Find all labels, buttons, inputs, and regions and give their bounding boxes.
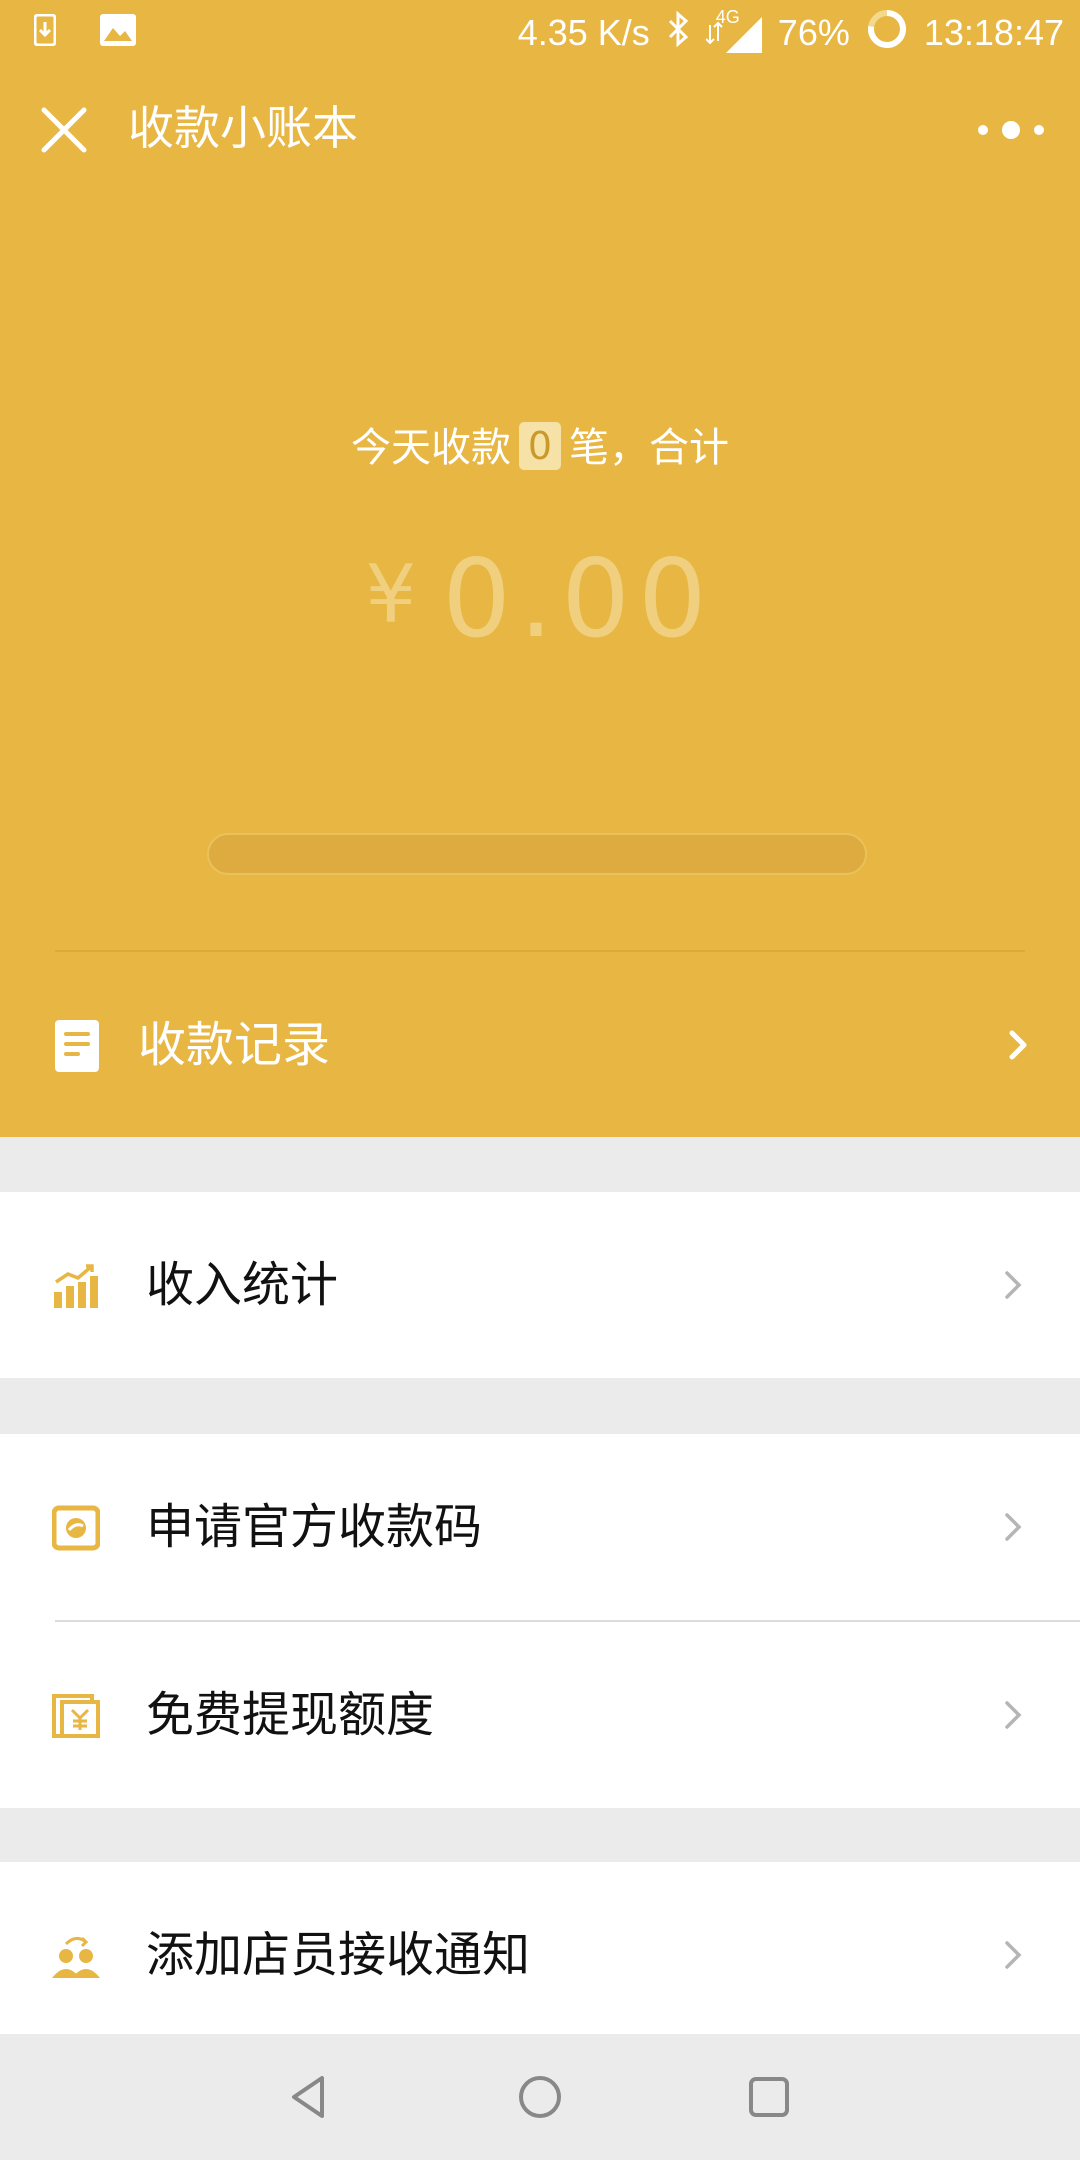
bar-chart-icon — [54, 1264, 98, 1308]
more-icon-center-dot — [1002, 121, 1020, 139]
signal-icon: 4G — [705, 7, 762, 53]
close-button[interactable] — [36, 102, 92, 158]
total-amount: ¥0.00 — [0, 530, 1080, 665]
withdrawal-icon — [52, 1694, 100, 1738]
menu-item-free-withdrawal[interactable]: 免费提现额度 — [0, 1622, 1080, 1808]
menu-item-label: 添加店员接收通知 — [146, 1927, 531, 1983]
battery-percent: 76% — [777, 12, 850, 53]
status-bar: 4.35 K/s 4G 76% 13:18:47 — [0, 0, 1080, 66]
battery-ring-icon — [866, 8, 908, 59]
app-header: 收款小账本 — [0, 66, 1080, 188]
menu-item-label: 申请官方收款码 — [146, 1499, 483, 1555]
menu-item-apply-qr-code[interactable]: 申请官方收款码 — [0, 1434, 1080, 1620]
summary-prefix: 今天收款 — [351, 425, 511, 471]
chevron-right-icon — [1009, 1030, 1027, 1060]
summary-suffix: 笔，合计 — [569, 425, 729, 471]
page-title: 收款小账本 — [128, 101, 358, 155]
staff-icon — [52, 1936, 100, 1978]
qr-code-icon — [52, 1505, 100, 1551]
amount-value: 0.00 — [442, 537, 715, 662]
clock: 13:18:47 — [923, 12, 1064, 53]
payment-records-row[interactable]: 收款记录 — [0, 952, 1080, 1137]
more-button[interactable] — [978, 110, 1044, 150]
more-icon-right-dot — [1034, 125, 1044, 135]
menu-group-2: 申请官方收款码 免费提现额度 — [0, 1434, 1080, 1808]
download-notification-icon — [33, 13, 57, 55]
menu-item-add-staff[interactable]: 添加店员接收通知 — [0, 1862, 1080, 2034]
recents-icon[interactable] — [744, 2072, 794, 2122]
chevron-right-icon — [1005, 1701, 1022, 1729]
currency-symbol: ¥ — [365, 548, 425, 641]
bluetooth-icon — [666, 10, 690, 56]
document-icon — [55, 1020, 99, 1072]
back-icon[interactable] — [286, 2072, 336, 2122]
image-notification-icon — [100, 14, 136, 55]
chevron-right-icon — [1005, 1513, 1022, 1541]
payment-records-label: 收款记录 — [138, 1017, 331, 1073]
chevron-right-icon — [1005, 1941, 1022, 1969]
more-icon — [978, 125, 988, 135]
today-summary: 今天收款 0 笔，合计 — [0, 420, 1080, 476]
system-nav-bar — [0, 2034, 1080, 2160]
menu-group-3: 添加店员接收通知 — [0, 1862, 1080, 2034]
menu-item-label: 免费提现额度 — [146, 1687, 435, 1743]
transaction-count: 0 — [519, 422, 561, 470]
menu-item-income-stats[interactable]: 收入统计 — [0, 1192, 1080, 1378]
menu-group-1: 收入统计 — [0, 1192, 1080, 1378]
close-icon — [41, 107, 87, 153]
progress-bar — [207, 833, 867, 875]
menu-item-label: 收入统计 — [146, 1257, 339, 1313]
chevron-right-icon — [1005, 1271, 1022, 1299]
home-icon[interactable] — [515, 2072, 565, 2122]
network-speed: 4.35 K/s — [517, 12, 650, 53]
